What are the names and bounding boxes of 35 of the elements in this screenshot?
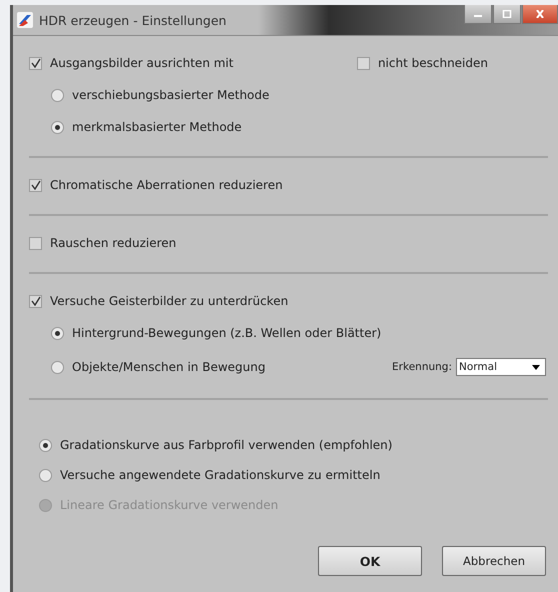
radio-button[interactable]	[39, 468, 52, 482]
ghost-checkbox[interactable]: Versuche Geisterbilder zu unterdrücken	[29, 294, 548, 308]
radio-button[interactable]	[51, 120, 64, 134]
minimize-button[interactable]	[464, 5, 492, 24]
radio-button[interactable]	[39, 438, 52, 452]
maximize-button[interactable]	[493, 5, 521, 24]
close-icon	[535, 10, 545, 18]
detection-label: Erkennung:	[392, 361, 452, 373]
tone-curve-radio[interactable]: Versuche angewendete Gradationskurve zu ermitteln	[39, 468, 548, 482]
radio-button[interactable]	[51, 326, 64, 340]
close-button[interactable]	[522, 5, 558, 24]
detection-dropdown[interactable]: Normal	[456, 358, 546, 376]
caret-icon	[532, 364, 540, 370]
checkbox[interactable]	[356, 56, 370, 70]
radio-button[interactable]	[51, 88, 64, 102]
tone-curve-radio: Lineare Gradationskurve verwenden	[39, 498, 548, 512]
ghost-radio[interactable]: Hintergrund-Bewegungen (z.B. Wellen oder Blätter)	[51, 326, 382, 340]
checkbox[interactable]	[29, 236, 42, 250]
chromatic-checkbox[interactable]: Chromatische Aberrationen reduzieren	[29, 178, 548, 192]
radio-button[interactable]	[51, 360, 64, 374]
noise-checkbox[interactable]: Rauschen reduzieren	[29, 236, 548, 250]
no-crop-checkbox[interactable]: nicht beschneiden	[356, 56, 488, 70]
method-radio[interactable]: verschiebungsbasierter Methode	[51, 88, 548, 102]
window-title: HDR erzeugen - Einstellungen	[39, 12, 226, 28]
maximize-icon	[502, 10, 512, 18]
checkbox[interactable]	[29, 56, 42, 70]
cancel-button[interactable]: Abbrechen	[442, 546, 546, 576]
checkbox[interactable]	[29, 294, 42, 308]
app-icon	[17, 12, 33, 28]
align-checkbox[interactable]: Ausgangsbilder ausrichten mit	[29, 56, 234, 70]
method-radio[interactable]: merkmalsbasierter Methode	[51, 120, 548, 134]
checkbox[interactable]	[29, 178, 42, 192]
ghost-radio[interactable]: Objekte/Menschen in Bewegung	[51, 360, 266, 374]
tone-curve-radio[interactable]: Gradationskurve aus Farbprofil verwenden (empfohlen)	[39, 438, 548, 452]
ok-button[interactable]: OK	[318, 546, 422, 576]
